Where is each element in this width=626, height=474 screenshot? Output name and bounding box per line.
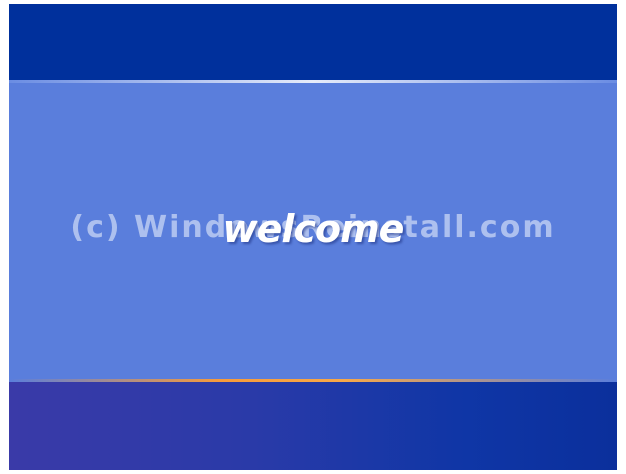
bottom-bar xyxy=(9,382,617,470)
top-bar xyxy=(9,4,617,80)
welcome-screen: (c) WindowsReinstall.com welcome xyxy=(9,4,617,470)
welcome-text: welcome xyxy=(222,207,405,251)
